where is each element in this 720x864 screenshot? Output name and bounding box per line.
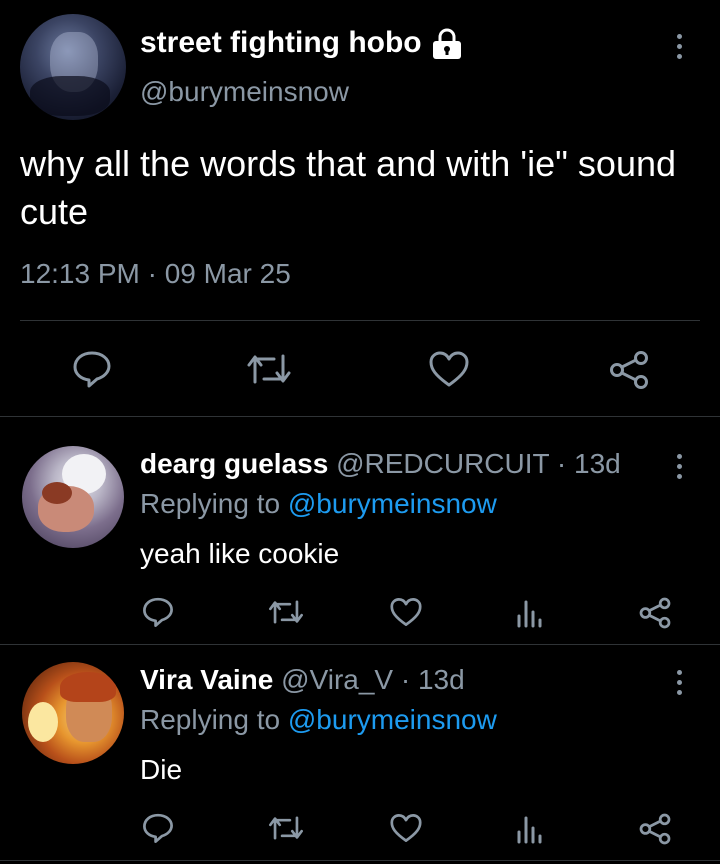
replying-prefix: Replying to xyxy=(140,704,288,735)
main-tweet: street fighting hobo @burymeinsnow why a… xyxy=(0,0,720,418)
reply-icon[interactable] xyxy=(142,596,174,628)
mention-link[interactable]: @burymeinsnow xyxy=(288,488,497,519)
tweet-text: why all the words that and with 'ie" sou… xyxy=(20,143,677,232)
reply-header: Vira Vaine @Vira_V · 13d xyxy=(140,664,465,696)
avatar[interactable] xyxy=(22,446,124,548)
more-icon[interactable] xyxy=(676,34,682,59)
share-icon[interactable] xyxy=(638,813,672,845)
retweet-icon[interactable] xyxy=(246,352,292,386)
divider xyxy=(0,644,720,645)
replying-to: Replying to @burymeinsnow xyxy=(140,488,497,520)
author-name[interactable]: Vira Vaine xyxy=(140,664,273,695)
divider xyxy=(20,320,700,321)
avatar[interactable] xyxy=(20,14,126,120)
retweet-icon[interactable] xyxy=(268,814,304,842)
reply-icon[interactable] xyxy=(142,812,174,844)
author-handle[interactable]: @burymeinsnow xyxy=(140,76,349,108)
lock-icon xyxy=(430,28,464,60)
author-handle[interactable]: @REDCURCUIT · 13d xyxy=(336,448,621,479)
divider xyxy=(0,416,720,417)
avatar[interactable] xyxy=(22,662,124,764)
like-icon[interactable] xyxy=(428,350,470,388)
mention-link[interactable]: @burymeinsnow xyxy=(288,704,497,735)
replying-prefix: Replying to xyxy=(140,488,288,519)
timestamp[interactable]: 12:13 PM · 09 Mar 25 xyxy=(20,258,291,290)
author-handle[interactable]: @Vira_V · 13d xyxy=(281,664,465,695)
reply-text: Die xyxy=(140,754,183,785)
like-icon[interactable] xyxy=(389,597,423,627)
share-icon[interactable] xyxy=(608,350,650,390)
author-name[interactable]: street fighting hobo xyxy=(140,26,422,60)
reply-text: yeah like cookie xyxy=(140,538,340,569)
author-name[interactable]: dearg guelass xyxy=(140,448,328,479)
reply-header: dearg guelass @REDCURCUIT · 13d xyxy=(140,448,621,480)
replying-to: Replying to @burymeinsnow xyxy=(140,704,497,736)
reply-icon[interactable] xyxy=(72,350,112,388)
views-icon[interactable] xyxy=(516,814,544,844)
views-icon[interactable] xyxy=(516,598,544,628)
more-icon[interactable] xyxy=(676,670,682,695)
retweet-icon[interactable] xyxy=(268,598,304,626)
more-icon[interactable] xyxy=(676,454,682,479)
like-icon[interactable] xyxy=(389,813,423,843)
share-icon[interactable] xyxy=(638,597,672,629)
divider xyxy=(0,860,720,861)
